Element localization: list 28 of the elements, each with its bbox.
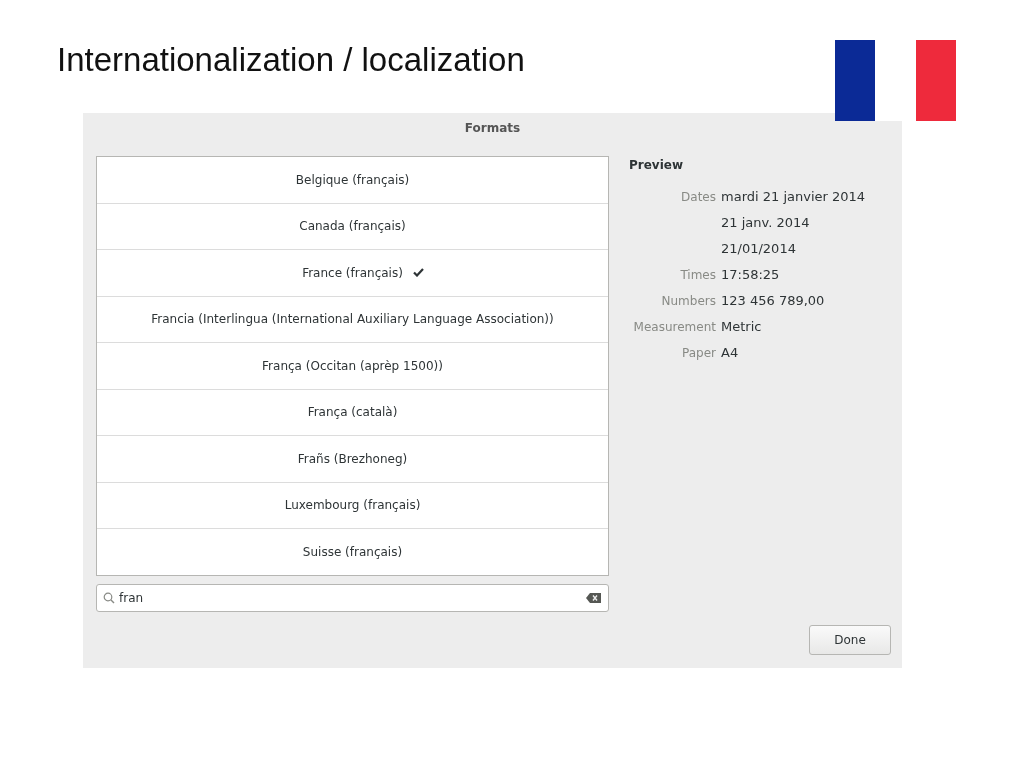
format-item[interactable]: Frañs (Brezhoneg) (97, 436, 608, 483)
format-item[interactable]: France (français) (97, 250, 608, 297)
preview-value: 21/01/2014 (721, 240, 797, 258)
format-item[interactable]: Canada (français) (97, 203, 608, 250)
preview-value: 21 janv. 2014 (721, 214, 811, 232)
dialog-title: Formats (464, 120, 521, 137)
preview-value: A4 (721, 344, 739, 362)
preview-label: Dates (680, 189, 716, 206)
preview-label: Times (679, 267, 716, 284)
preview-label: Measurement (632, 319, 716, 336)
search-icon (103, 591, 115, 604)
preview-value: 17:58:25 (721, 266, 780, 284)
preview-value: Metric (721, 318, 762, 336)
clear-icon[interactable] (586, 592, 601, 603)
preview-heading: Preview (629, 158, 684, 174)
preview-label: Paper (681, 345, 716, 362)
preview-value: 123 456 789,00 (721, 292, 825, 310)
done-button[interactable]: Done (809, 625, 891, 655)
slide-title: Internationalization / localization (56, 40, 526, 80)
search-field[interactable]: fran (96, 583, 609, 612)
preview-value: mardi 21 janvier 2014 (721, 188, 866, 206)
format-item[interactable]: Suisse (français) (97, 529, 608, 575)
format-item[interactable]: Belgique (français) (97, 157, 608, 204)
preview-label: Numbers (660, 293, 716, 310)
format-item[interactable]: Francia (Interlingua (International Auxiliary Language Association)) (97, 296, 608, 343)
format-item[interactable]: França (Occitan (aprèp 1500)) (97, 343, 608, 390)
format-item[interactable]: Luxembourg (français) (97, 482, 608, 529)
format-item[interactable]: França (català) (97, 389, 608, 436)
